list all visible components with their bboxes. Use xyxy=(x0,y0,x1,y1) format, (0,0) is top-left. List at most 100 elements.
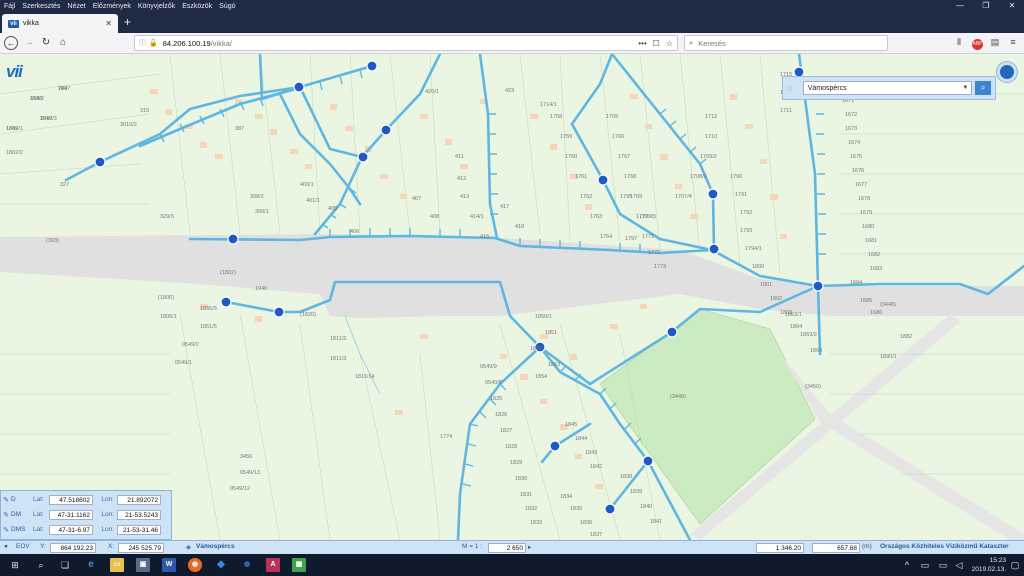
parcel-label: 411 xyxy=(455,154,464,160)
new-tab-button[interactable]: + xyxy=(124,15,131,29)
library-icon[interactable]: ⫴ xyxy=(952,37,966,48)
reload-icon[interactable]: ↻ xyxy=(39,36,53,50)
settlement-select[interactable]: Vámospércs ▼ xyxy=(802,81,973,95)
notification-icon[interactable]: ▢ xyxy=(1008,558,1022,572)
menu-edit[interactable]: Szerkesztés xyxy=(22,3,60,10)
access-icon[interactable]: A xyxy=(266,558,280,572)
parcel-label: 1676 xyxy=(852,168,865,174)
coord-tool-icon[interactable]: ✎ xyxy=(1,511,11,519)
info-icon[interactable]: ⓘ xyxy=(139,38,146,48)
parcel-label: 1830 xyxy=(515,476,528,482)
menu-view[interactable]: Nézet xyxy=(67,3,85,10)
scale-input[interactable]: 2 650 xyxy=(488,543,526,553)
back-icon[interactable]: ← xyxy=(4,36,18,50)
search-icon[interactable]: ⌕ xyxy=(34,558,48,572)
parcel-label: 0549/9 xyxy=(480,364,497,370)
parcel-label: 1677 xyxy=(855,182,868,188)
parcel-label: 1845 xyxy=(565,422,578,428)
locate-button[interactable] xyxy=(997,62,1017,82)
close-tab-icon[interactable]: ✕ xyxy=(105,19,112,28)
parcel-label: 415 xyxy=(480,234,490,240)
url-bar[interactable]: ⓘ 🔓 84.206.100.19 /vikka/ ••• ☐ ☆ xyxy=(134,35,678,51)
coord-format-label: DM xyxy=(11,511,22,518)
parcel-label: 413 xyxy=(460,194,470,200)
parcel-label: 1679 xyxy=(860,210,873,216)
volume-icon[interactable]: ◁ xyxy=(952,558,966,572)
parcel-label: 1772 xyxy=(648,250,661,256)
firefox-icon[interactable]: ◉ xyxy=(188,558,202,572)
web-search-box[interactable]: ⌕ Keresés xyxy=(684,35,888,51)
parcel-label: 1797 xyxy=(625,236,638,242)
clock[interactable]: 15:23 2019.02.13. xyxy=(972,556,1006,574)
globe-icon[interactable]: ◍ xyxy=(240,558,254,572)
restore-button[interactable]: ❐ xyxy=(976,0,996,12)
tab-vikka[interactable]: vii vikka ✕ xyxy=(2,14,118,33)
y-label: Y: xyxy=(40,543,46,550)
search-button[interactable]: ⌕ xyxy=(975,81,991,95)
home-icon[interactable]: ⌂ xyxy=(56,36,70,50)
save-app-icon[interactable]: ▣ xyxy=(136,558,150,572)
parcel-label: (1802) xyxy=(220,270,236,276)
parcel-label: 0549/12 xyxy=(230,486,250,492)
menu-bookmarks[interactable]: Könyvjelzők xyxy=(138,3,175,10)
edge-icon[interactable]: e xyxy=(84,558,98,572)
task-view-icon[interactable]: ❏ xyxy=(58,558,72,572)
parcel-label: 1841 xyxy=(650,519,663,525)
settlement-select-value: Vámospércs xyxy=(807,84,847,92)
tray-chevron-icon[interactable]: ^ xyxy=(900,558,914,572)
parcel-label: 417 xyxy=(500,204,510,210)
word-icon[interactable]: W xyxy=(162,558,176,572)
search-icon: ⌕ xyxy=(980,83,986,92)
parcel-label: 1682 xyxy=(868,252,881,258)
parcel-label: 1758 xyxy=(550,114,563,120)
parcel-label: 1828 xyxy=(505,444,518,450)
parcel-label: 1707/4 xyxy=(675,194,692,200)
parcel-label: 0549/8 xyxy=(485,380,502,386)
network-icon[interactable]: ▭ xyxy=(936,558,950,572)
adblock-icon[interactable]: ABP xyxy=(972,39,983,50)
menu-file[interactable]: Fájl xyxy=(4,3,15,10)
minimize-button[interactable]: — xyxy=(950,0,970,12)
coord-row-d: ✎ D Lat: 47.518602 Lon: 21.892072 xyxy=(1,493,173,506)
clock-time: 15:23 xyxy=(989,557,1006,564)
forward-icon[interactable]: → xyxy=(22,36,36,50)
vikka-logo: vii xyxy=(6,62,23,81)
chevron-down-icon[interactable]: ▼ xyxy=(959,85,971,91)
map-canvas[interactable]: 318/3 249 3010/3 1802/1 1802/2 327 315 3010/2 32… xyxy=(0,54,1024,540)
parcel-label: 406 xyxy=(350,229,360,235)
sidebar-icon[interactable]: ▤ xyxy=(988,37,1002,48)
parcel-label: 1831 xyxy=(520,492,533,498)
lat-value: 47-31.1162 xyxy=(49,509,93,520)
parcel-label: 1761 xyxy=(575,174,588,180)
parcel-label: 1854 xyxy=(535,374,548,380)
parcel-label: (1806) xyxy=(158,295,174,301)
menu-tools[interactable]: Eszközök xyxy=(182,3,212,10)
url-path: /vikka/ xyxy=(210,38,232,48)
coord-tool-icon[interactable]: ✎ xyxy=(1,526,11,534)
hamburger-menu-icon[interactable]: ≡ xyxy=(1006,37,1020,47)
close-window-button[interactable]: ✕ xyxy=(1002,0,1022,12)
scale-toggle-icon[interactable]: ▸ xyxy=(528,543,531,551)
paint-app-icon[interactable]: ▦ xyxy=(292,558,306,572)
settlement-search-panel: ◌ Vámospércs ▼ ⌕ xyxy=(782,76,996,100)
tray-app-icon[interactable]: ▭ xyxy=(918,558,932,572)
file-explorer-icon[interactable]: ▭ xyxy=(110,558,124,572)
parcel-label: 1765 xyxy=(606,114,619,120)
clock-date: 2019.02.13. xyxy=(971,566,1006,573)
parcel-label: 408 xyxy=(430,214,440,220)
parcel-label: 1829 xyxy=(510,460,523,466)
pocket-icon[interactable]: ☐ xyxy=(653,39,660,48)
menu-history[interactable]: Előzmények xyxy=(93,3,131,10)
refresh-icon[interactable]: ◌ xyxy=(787,83,801,93)
droplet-app-icon[interactable]: ◆ xyxy=(214,558,228,572)
bookmark-star-icon[interactable]: ☆ xyxy=(666,39,673,48)
coord-tool-icon[interactable]: ✎ xyxy=(1,496,11,504)
search-icon: ⌕ xyxy=(689,38,694,47)
parcel-label: 1827 xyxy=(500,428,513,434)
coord-format-label: D xyxy=(11,496,16,503)
windows-start-icon[interactable]: ⊞ xyxy=(8,558,22,572)
page-actions-icon[interactable]: ••• xyxy=(638,39,646,48)
lon-value: 21.892072 xyxy=(117,494,161,505)
menu-help[interactable]: Súgó xyxy=(219,3,235,10)
parcel-label: 1848 xyxy=(40,116,53,122)
